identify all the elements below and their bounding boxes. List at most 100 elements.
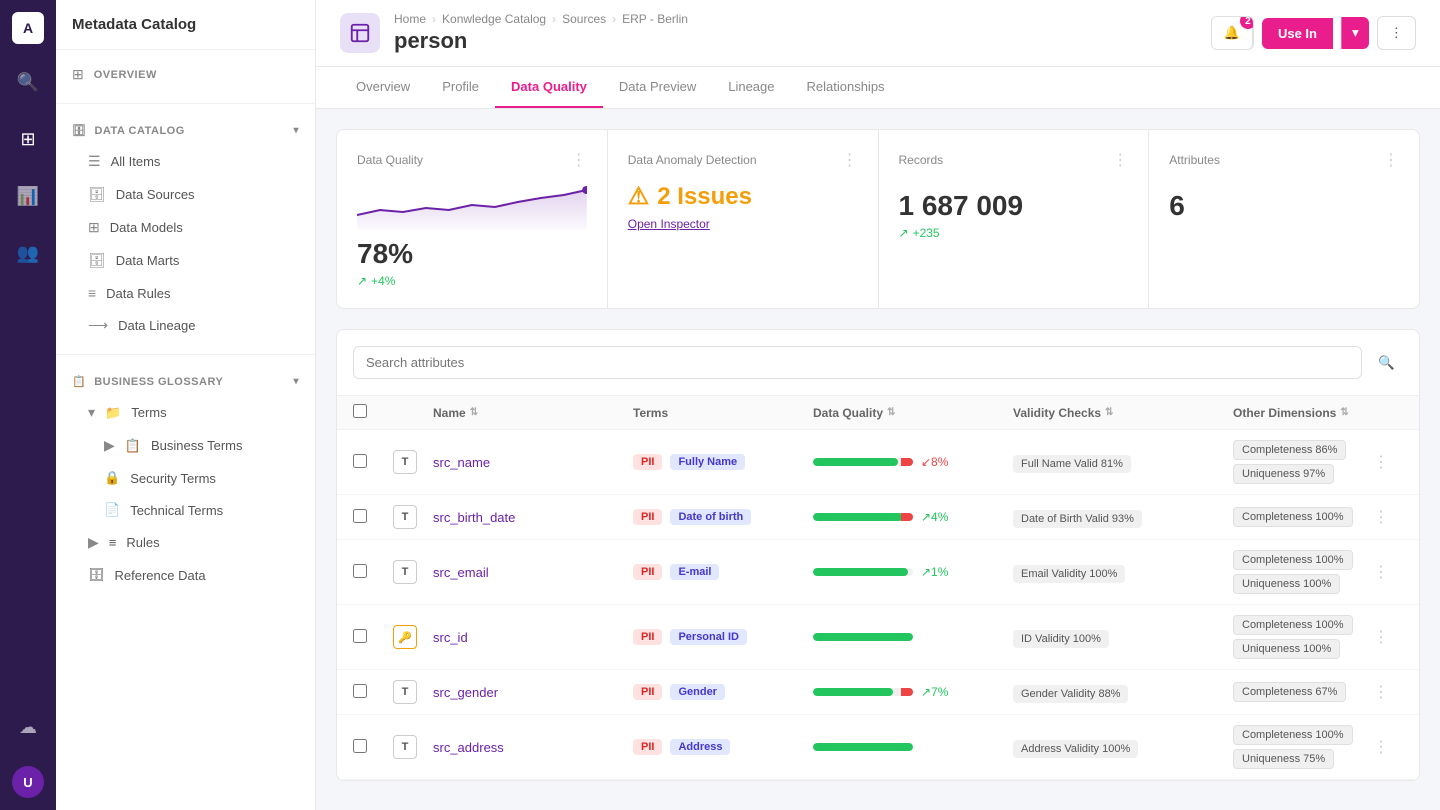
- use-in-button[interactable]: Use In: [1262, 18, 1333, 49]
- select-all-checkbox[interactable]: [353, 404, 367, 418]
- field-name[interactable]: src_email: [433, 565, 489, 580]
- business-terms-expand-icon: ▶: [104, 437, 115, 454]
- records-more-button[interactable]: ⋮: [1112, 150, 1128, 170]
- more-options-button[interactable]: ⋮: [1377, 16, 1416, 50]
- attributes-more-button[interactable]: ⋮: [1383, 150, 1399, 170]
- sidebar-item-data-sources[interactable]: 🗄 Data Sources: [56, 178, 315, 211]
- term-tag[interactable]: E-mail: [670, 564, 719, 580]
- col-header-validity[interactable]: Validity Checks ⇅: [1013, 406, 1233, 420]
- tab-profile[interactable]: Profile: [426, 67, 495, 108]
- row-checkbox[interactable]: [353, 629, 367, 643]
- type-icon: T: [393, 735, 417, 759]
- row-checkbox[interactable]: [353, 454, 367, 468]
- business-glossary-header[interactable]: 📋 BUSINESS GLOSSARY ▾: [56, 367, 315, 396]
- stats-row: Data Quality ⋮: [336, 129, 1420, 309]
- tab-data-quality[interactable]: Data Quality: [495, 67, 603, 108]
- records-up-icon: ↗: [899, 226, 909, 240]
- search-button[interactable]: 🔍: [1370, 347, 1403, 379]
- term-tag[interactable]: Gender: [670, 684, 725, 700]
- tab-data-preview[interactable]: Data Preview: [603, 67, 712, 108]
- term-tag[interactable]: Date of birth: [670, 509, 751, 525]
- sidebar-item-security-terms[interactable]: 🔒 Security Terms: [56, 462, 315, 494]
- quality-fill: [813, 633, 913, 641]
- row-more-button[interactable]: ⋮: [1373, 682, 1403, 702]
- sidebar-item-data-models[interactable]: ⊞ Data Models: [56, 211, 315, 244]
- quality-bar-wrap: ↗7%: [813, 685, 1013, 699]
- notification-area: 🔔 2: [1211, 16, 1254, 50]
- col-header-name[interactable]: Name ⇅: [433, 406, 633, 420]
- dimensions-sort-icon: ⇅: [1340, 407, 1348, 418]
- quality-pct: ↗1%: [921, 565, 948, 579]
- search-rail-icon[interactable]: 🔍: [9, 64, 47, 101]
- anomaly-more-button[interactable]: ⋮: [842, 150, 858, 170]
- row-checkbox[interactable]: [353, 684, 367, 698]
- sidebar-item-reference-data[interactable]: 🗄 Reference Data: [56, 559, 315, 591]
- quality-bar-wrap: [813, 743, 1013, 751]
- table-row: T src_email PII E-mail ↗1% Email Validit…: [337, 540, 1419, 605]
- tab-lineage[interactable]: Lineage: [712, 67, 790, 108]
- user-avatar[interactable]: U: [12, 766, 44, 798]
- open-inspector-link[interactable]: Open Inspector: [628, 217, 858, 231]
- catalog-rail-icon[interactable]: ⊞: [12, 121, 43, 158]
- quality-change: ↗ +4%: [357, 274, 587, 288]
- validity-badge: Address Validity 100%: [1013, 740, 1138, 758]
- business-glossary-section: 📋 BUSINESS GLOSSARY ▾ ▾ 📁 Terms ▶ 📋 Busi…: [56, 359, 315, 599]
- sidebar-item-rules[interactable]: ▶ ≡ Rules: [56, 526, 315, 559]
- row-more-button[interactable]: ⋮: [1373, 507, 1403, 527]
- row-more-button[interactable]: ⋮: [1373, 737, 1403, 757]
- table-row: 🔑 src_id PII Personal ID ID Validity 100…: [337, 605, 1419, 670]
- row-checkbox[interactable]: [353, 509, 367, 523]
- attributes-table: 🔍 Name ⇅ Terms Data Quality ⇅ Validi: [336, 329, 1420, 781]
- sidebar-title: Metadata Catalog: [56, 0, 315, 50]
- header-left: Home › Konwledge Catalog › Sources › ERP…: [340, 12, 688, 54]
- sidebar-item-business-terms[interactable]: ▶ 📋 Business Terms: [56, 429, 315, 462]
- field-name[interactable]: src_gender: [433, 685, 498, 700]
- sidebar-item-data-lineage[interactable]: ⟶ Data Lineage: [56, 309, 315, 342]
- field-name[interactable]: src_name: [433, 455, 490, 470]
- users-rail-icon[interactable]: 👥: [9, 235, 47, 272]
- pii-tag: PII: [633, 454, 662, 470]
- row-checkbox[interactable]: [353, 739, 367, 753]
- row-more-button[interactable]: ⋮: [1373, 452, 1403, 472]
- quality-more-button[interactable]: ⋮: [571, 150, 587, 170]
- sidebar-item-technical-terms[interactable]: 📄 Technical Terms: [56, 494, 315, 526]
- quality-sort-icon: ⇅: [887, 407, 895, 418]
- tab-overview[interactable]: Overview: [340, 67, 426, 108]
- data-catalog-header[interactable]: 🗄 DATA CATALOG ▾: [56, 116, 315, 145]
- row-checkbox[interactable]: [353, 564, 367, 578]
- sidebar-item-overview[interactable]: ⊞ OVERVIEW: [56, 58, 315, 91]
- row-more-button[interactable]: ⋮: [1373, 627, 1403, 647]
- term-tag[interactable]: Fully Name: [670, 454, 745, 470]
- field-name[interactable]: src_birth_date: [433, 510, 515, 525]
- term-tag[interactable]: Address: [670, 739, 730, 755]
- quality-pct: ↗7%: [921, 685, 948, 699]
- dim-badge: Completeness 86%: [1233, 440, 1346, 460]
- col-header-terms[interactable]: Terms: [633, 406, 813, 420]
- catalog-icon: 🗄: [72, 124, 86, 137]
- sidebar-item-data-rules[interactable]: ≡ Data Rules: [56, 277, 315, 309]
- dim-badge: Uniqueness 100%: [1233, 639, 1340, 659]
- col-header-dimensions[interactable]: Other Dimensions ⇅: [1233, 406, 1373, 420]
- field-name[interactable]: src_address: [433, 740, 504, 755]
- validity-badge: Gender Validity 88%: [1013, 685, 1128, 703]
- quality-value: 78%: [357, 238, 587, 270]
- field-name[interactable]: src_id: [433, 630, 468, 645]
- row-more-button[interactable]: ⋮: [1373, 562, 1403, 582]
- use-in-dropdown-button[interactable]: ▾: [1341, 17, 1369, 49]
- chart-rail-icon[interactable]: 📊: [9, 178, 47, 215]
- quality-bar: [813, 458, 913, 466]
- sidebar-item-terms[interactable]: ▾ 📁 Terms: [56, 396, 315, 429]
- term-tag[interactable]: Personal ID: [670, 629, 747, 645]
- tab-relationships[interactable]: Relationships: [791, 67, 901, 108]
- notification-button[interactable]: 🔔 2: [1212, 17, 1253, 49]
- search-input[interactable]: [353, 346, 1362, 379]
- stat-card-quality: Data Quality ⋮: [337, 130, 608, 308]
- quality-fill: [813, 743, 913, 751]
- sidebar-item-data-marts[interactable]: 🗄 Data Marts: [56, 244, 315, 277]
- dim-badge: Completeness 100%: [1233, 725, 1353, 745]
- dim-badge: Uniqueness 100%: [1233, 574, 1340, 594]
- icon-rail: A 🔍 ⊞ 📊 👥 ☁ U: [0, 0, 56, 810]
- cloud-rail-icon[interactable]: ☁: [11, 709, 45, 746]
- col-header-quality[interactable]: Data Quality ⇅: [813, 406, 1013, 420]
- sidebar-item-all-items[interactable]: ☰ All Items: [56, 145, 315, 178]
